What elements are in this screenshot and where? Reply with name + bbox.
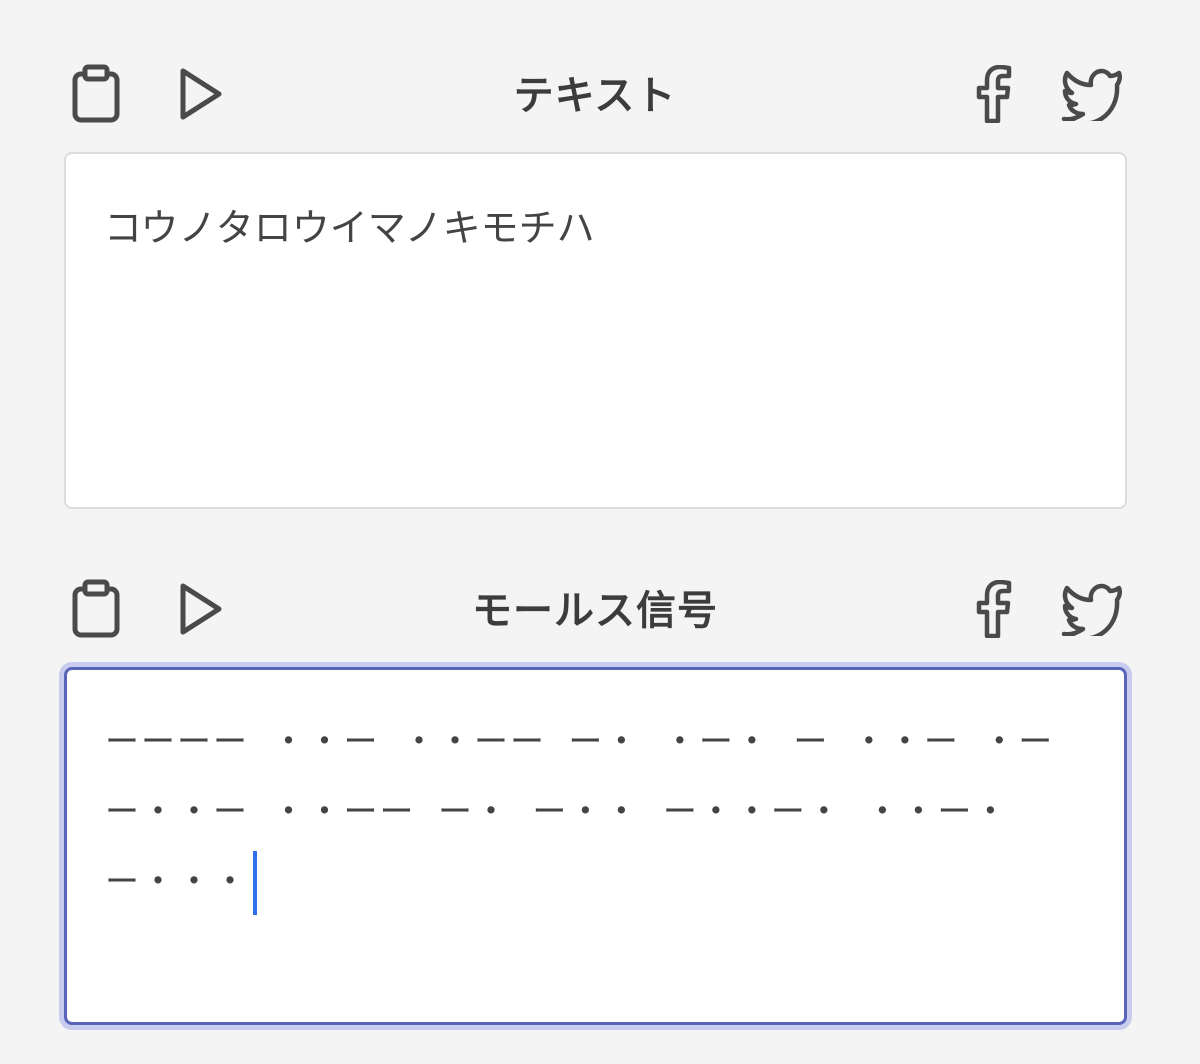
twitter-icon bbox=[1061, 583, 1123, 636]
text-input-area[interactable]: コウノタロウイマノキモチハ bbox=[64, 152, 1127, 509]
facebook-icon bbox=[976, 580, 1012, 638]
morse-section-title: モールス信号 bbox=[472, 588, 718, 634]
twitter-icon bbox=[1061, 68, 1123, 121]
clipboard-icon bbox=[72, 579, 120, 638]
play-icon bbox=[180, 68, 222, 120]
morse-content: ーーーー ・・ー ・・ーー ー・ ・ー・ ー ・・ー ・ー ー・・ー ・・ーー … bbox=[105, 722, 1077, 902]
share-facebook-text-button[interactable] bbox=[962, 62, 1026, 126]
morse-toolbar: モールス信号 bbox=[0, 571, 1200, 651]
play-icon bbox=[180, 583, 222, 635]
text-content: コウノタロウイマノキモチハ bbox=[104, 206, 595, 250]
share-twitter-morse-button[interactable] bbox=[1060, 577, 1124, 641]
clipboard-icon bbox=[72, 64, 120, 123]
play-morse-button[interactable] bbox=[168, 577, 232, 641]
text-toolbar: テキスト bbox=[0, 56, 1200, 136]
share-facebook-morse-button[interactable] bbox=[962, 577, 1026, 641]
share-twitter-text-button[interactable] bbox=[1060, 62, 1124, 126]
copy-morse-button[interactable] bbox=[64, 577, 128, 641]
text-caret bbox=[253, 850, 257, 915]
facebook-icon bbox=[976, 65, 1012, 123]
play-text-button[interactable] bbox=[168, 62, 232, 126]
morse-input-area[interactable]: ーーーー ・・ー ・・ーー ー・ ・ー・ ー ・・ー ・ー ー・・ー ・・ーー … bbox=[64, 667, 1127, 1025]
copy-text-button[interactable] bbox=[64, 62, 128, 126]
text-section-title: テキスト bbox=[513, 73, 677, 119]
